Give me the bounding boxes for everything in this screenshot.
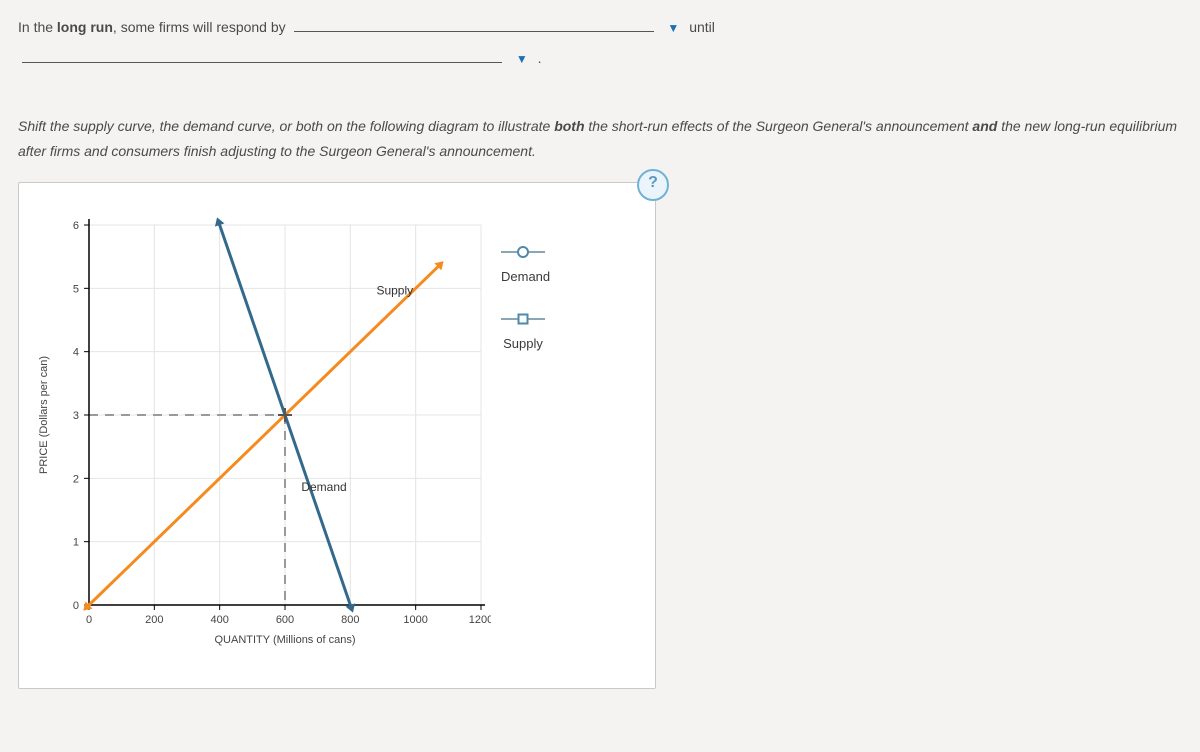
svg-text:1000: 1000 — [403, 614, 427, 626]
legend: Demand Supply — [491, 195, 631, 668]
chart-svg[interactable]: 0 200 400 600 800 1000 1200 0 1 2 3 4 5 6 Supply Demand… — [31, 195, 491, 665]
dropdown-2-caret[interactable]: ▼ — [516, 46, 528, 72]
q-mid: , some firms will respond by — [113, 19, 290, 35]
svg-text:200: 200 — [145, 614, 163, 626]
chart-panel: ? 0200400600800100012000123456SupplyDema… — [18, 182, 656, 689]
legend-supply-label: Supply — [501, 336, 545, 351]
svg-text:QUANTITY (Millions of cans): QUANTITY (Millions of cans) — [215, 634, 356, 646]
svg-text:1200: 1200 — [469, 614, 491, 626]
svg-text:5: 5 — [73, 283, 79, 295]
svg-text:Demand: Demand — [301, 480, 346, 494]
q-period: . — [538, 50, 542, 66]
help-button[interactable]: ? — [637, 169, 669, 201]
dropdown-1-caret[interactable]: ▼ — [667, 15, 679, 41]
svg-text:0: 0 — [73, 600, 79, 612]
svg-text:3: 3 — [73, 410, 79, 422]
svg-text:1: 1 — [73, 537, 79, 549]
instruction-text: Shift the supply curve, the demand curve… — [18, 114, 1182, 164]
svg-text:4: 4 — [73, 347, 79, 359]
svg-text:6: 6 — [73, 220, 79, 232]
legend-demand[interactable]: Demand — [501, 245, 631, 284]
svg-text:400: 400 — [210, 614, 228, 626]
svg-text:Supply: Supply — [376, 284, 413, 298]
q-bold: long run — [57, 19, 113, 35]
svg-text:PRICE (Dollars per can): PRICE (Dollars per can) — [38, 356, 50, 474]
svg-text:2: 2 — [73, 473, 79, 485]
q-prefix: In the — [18, 19, 57, 35]
svg-text:0: 0 — [86, 614, 92, 626]
legend-supply[interactable]: Supply — [501, 312, 631, 351]
svg-text:600: 600 — [276, 614, 294, 626]
blank-1[interactable] — [294, 17, 654, 32]
plot-area[interactable]: 0 200 400 600 800 1000 1200 0 1 2 3 4 5 6 Supply Demand… — [31, 195, 491, 668]
question-text: In the long run, some firms will respond… — [18, 12, 1182, 74]
svg-text:800: 800 — [341, 614, 359, 626]
q-after: until — [689, 19, 715, 35]
blank-2[interactable] — [22, 48, 502, 63]
legend-demand-label: Demand — [501, 269, 550, 284]
